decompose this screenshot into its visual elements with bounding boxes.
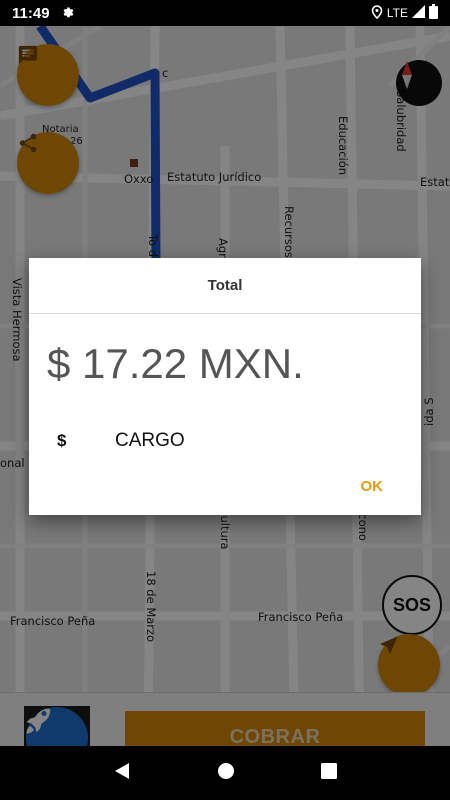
charge-label: CARGO bbox=[115, 430, 185, 451]
status-right: LTE bbox=[371, 4, 438, 22]
system-nav-bar bbox=[0, 746, 450, 800]
battery-icon bbox=[429, 4, 438, 22]
back-icon[interactable] bbox=[113, 762, 131, 785]
recents-icon[interactable] bbox=[321, 762, 337, 784]
location-icon bbox=[371, 4, 383, 22]
total-dialog: Total $ 17.22 MXN. $ CARGO OK bbox=[29, 258, 421, 515]
network-label: LTE bbox=[386, 6, 408, 20]
status-bar: 11:49 LTE bbox=[0, 0, 450, 26]
dollar-icon: $ bbox=[57, 431, 67, 450]
total-amount: $ 17.22 MXN. bbox=[47, 340, 304, 387]
signal-icon bbox=[412, 5, 425, 21]
home-icon[interactable] bbox=[217, 762, 235, 785]
settings-icon bbox=[60, 4, 74, 23]
ok-button[interactable]: OK bbox=[361, 478, 384, 495]
dialog-title: Total bbox=[29, 258, 421, 314]
status-time: 11:49 bbox=[12, 4, 50, 22]
charge-row: $ CARGO bbox=[57, 430, 185, 452]
